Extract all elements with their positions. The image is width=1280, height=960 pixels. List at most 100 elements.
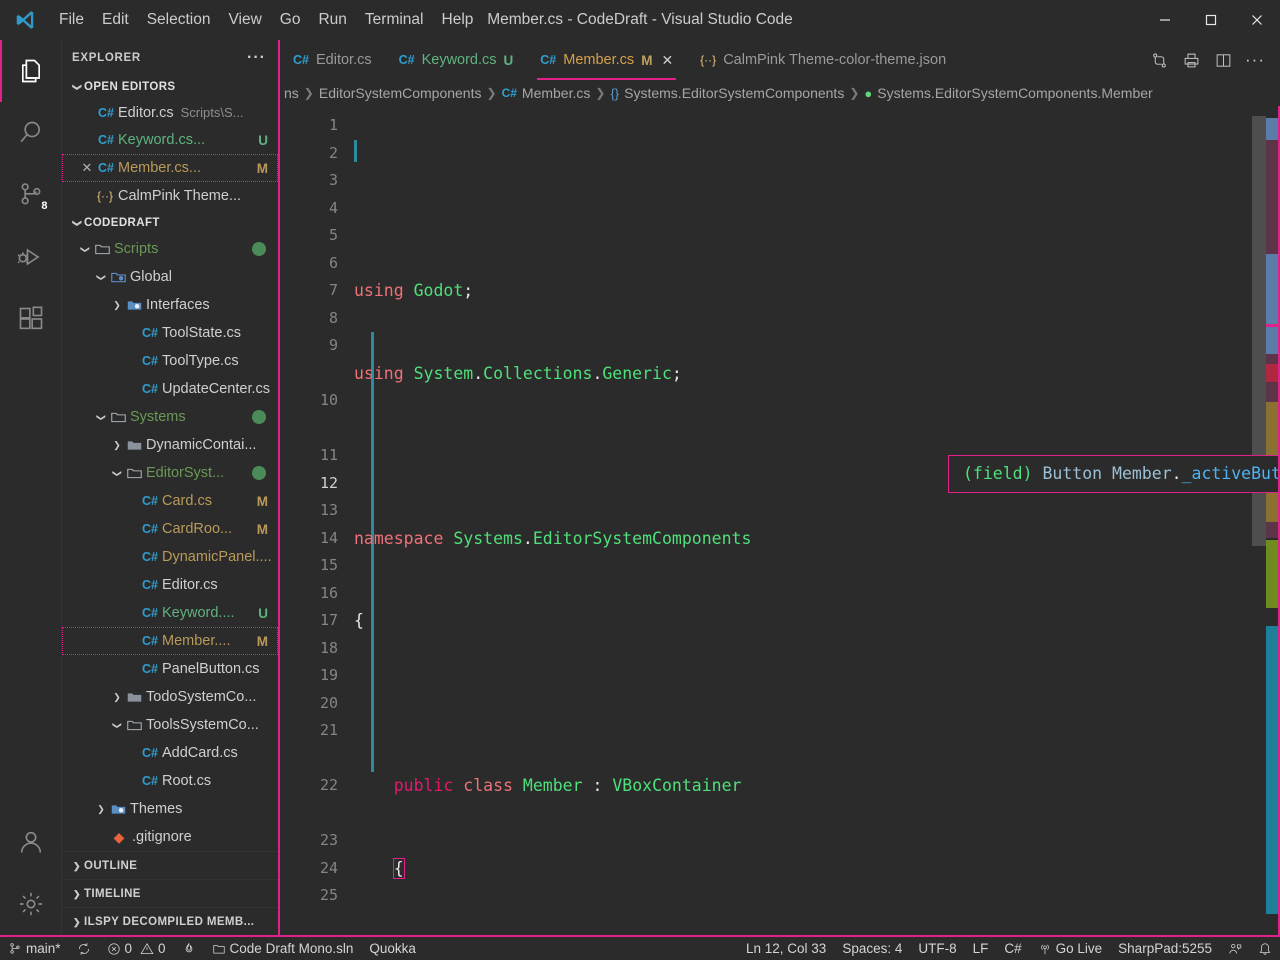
tree-file-root-cs[interactable]: C# Root.cs: [62, 767, 278, 795]
tab-keyword-cs[interactable]: C# Keyword.cs U: [386, 40, 528, 80]
chevron-right-icon[interactable]: [110, 299, 124, 311]
open-editor-item-0[interactable]: C# Editor.cs Scripts\S...: [62, 99, 278, 127]
close-icon[interactable]: [1234, 0, 1280, 40]
menu-terminal[interactable]: Terminal: [356, 6, 433, 34]
activity-extensions[interactable]: [0, 288, 62, 350]
tree-folder-global[interactable]: Global: [62, 263, 278, 291]
code-line-6[interactable]: [352, 690, 1280, 718]
menu-help[interactable]: Help: [433, 6, 483, 34]
more-actions-icon[interactable]: ···: [1242, 47, 1268, 73]
chevron-right-icon[interactable]: [110, 439, 124, 451]
close-icon[interactable]: ✕: [78, 160, 96, 176]
tree-file-member[interactable]: C# Member.... M: [62, 627, 278, 656]
chevron-down-icon[interactable]: [110, 719, 124, 731]
chevron-down-icon[interactable]: [78, 243, 92, 255]
maximize-icon[interactable]: [1188, 0, 1234, 40]
tree-file--gitignore[interactable]: ◆ .gitignore: [62, 823, 278, 851]
status-encoding[interactable]: UTF-8: [910, 941, 964, 956]
breadcrumb-folder-1[interactable]: EditorSystemComponents: [319, 85, 482, 101]
panel-ilspy-decompiled[interactable]: ILSPY DECOMPILED MEMB...: [62, 907, 278, 935]
breadcrumb-class[interactable]: Systems.EditorSystemComponents.Member: [877, 85, 1152, 101]
activity-run-debug[interactable]: [0, 226, 62, 288]
tree-file-editor-cs[interactable]: C# Editor.cs: [62, 571, 278, 599]
tree-folder-themes[interactable]: Themes: [62, 795, 278, 823]
chevron-right-icon[interactable]: [110, 691, 124, 703]
tree-folder-todosystemco[interactable]: TodoSystemCo...: [62, 683, 278, 711]
sidebar-more-actions-icon[interactable]: ···: [235, 49, 278, 67]
menu-go[interactable]: Go: [271, 6, 310, 34]
status-notifications[interactable]: [1250, 942, 1280, 956]
tree-file-addcard-cs[interactable]: C# AddCard.cs: [62, 739, 278, 767]
code-content[interactable]: using Godot; using System.Collections.Ge…: [352, 106, 1280, 935]
tab-calmpink-theme-json[interactable]: {··} CalmPink Theme-color-theme.json: [687, 40, 961, 80]
section-open-editors[interactable]: OPEN EDITORS: [62, 75, 278, 99]
open-editor-item-3[interactable]: {··} CalmPink Theme...: [62, 182, 278, 210]
tree-folder-systems[interactable]: Systems: [62, 403, 278, 431]
code-line-4[interactable]: namespace Systems.EditorSystemComponents: [352, 525, 1280, 553]
status-solution[interactable]: Code Draft Mono.sln: [204, 937, 362, 960]
activity-search[interactable]: [0, 102, 62, 164]
status-sync[interactable]: [69, 937, 99, 960]
breadcrumb-namespace[interactable]: Systems.EditorSystemComponents: [624, 85, 844, 101]
status-quokka[interactable]: Quokka: [361, 937, 424, 960]
menu-run[interactable]: Run: [309, 6, 355, 34]
open-editor-item-1[interactable]: C# Keyword.cs... U: [62, 127, 278, 155]
tree-folder-toolssystemco[interactable]: ToolsSystemCo...: [62, 711, 278, 739]
status-indentation[interactable]: Spaces: 4: [834, 941, 910, 956]
menu-edit[interactable]: Edit: [93, 6, 138, 34]
chevron-right-icon[interactable]: [94, 803, 108, 815]
status-go-live[interactable]: Go Live: [1030, 941, 1111, 956]
status-sharppad[interactable]: SharpPad:5255: [1110, 941, 1220, 956]
tree-file-updatecenter-cs[interactable]: C# UpdateCenter.cs: [62, 375, 278, 403]
activity-manage[interactable]: [0, 873, 62, 935]
tree-file-tooltype-cs[interactable]: C# ToolType.cs: [62, 347, 278, 375]
tree-file-dynamicpanel[interactable]: C# DynamicPanel....: [62, 543, 278, 571]
print-icon[interactable]: [1178, 47, 1204, 73]
tab-editor-cs[interactable]: C# Editor.cs: [280, 40, 386, 80]
status-eol[interactable]: LF: [965, 941, 997, 956]
status-language-mode[interactable]: C#: [996, 941, 1029, 956]
tree-file-card-cs[interactable]: C# Card.cs M: [62, 487, 278, 515]
status-cursor-position[interactable]: Ln 12, Col 33: [738, 941, 834, 956]
minimize-icon[interactable]: [1142, 0, 1188, 40]
code-editor[interactable]: 1 2 3 4 5 6 7 8 9 10 11 12 13 14 15 16 1…: [280, 106, 1280, 935]
panel-outline[interactable]: OUTLINE: [62, 851, 278, 879]
breadcrumb-folder-0[interactable]: ns: [284, 85, 299, 101]
tree-file-toolstate-cs[interactable]: C# ToolState.cs: [62, 319, 278, 347]
tab-member-cs[interactable]: C# Member.cs M ✕: [527, 40, 688, 80]
menu-view[interactable]: View: [219, 6, 270, 34]
tree-folder-editorsyst[interactable]: EditorSyst...: [62, 459, 278, 487]
chevron-down-icon[interactable]: [94, 271, 108, 283]
breadcrumb-file[interactable]: Member.cs: [522, 85, 590, 101]
activity-explorer[interactable]: [0, 40, 62, 102]
chevron-down-icon[interactable]: [110, 467, 124, 479]
activity-source-control[interactable]: 8: [0, 164, 62, 226]
chevron-down-icon[interactable]: [94, 411, 108, 423]
status-flame[interactable]: [174, 937, 204, 960]
panel-timeline[interactable]: TIMELINE: [62, 879, 278, 907]
status-feedback[interactable]: [1220, 942, 1250, 956]
menu-bar[interactable]: File Edit Selection View Go Run Terminal…: [50, 0, 482, 39]
open-editor-item-2[interactable]: ✕ C# Member.cs... M: [62, 154, 278, 182]
tree-folder-scripts[interactable]: Scripts: [62, 235, 278, 263]
tree-file-panelbutton-cs[interactable]: C# PanelButton.cs: [62, 655, 278, 683]
tree-file-keyword[interactable]: C# Keyword.... U: [62, 599, 278, 627]
compare-changes-icon[interactable]: [1146, 47, 1172, 73]
menu-file[interactable]: File: [50, 6, 93, 34]
menu-selection[interactable]: Selection: [138, 6, 220, 34]
code-line-2[interactable]: using System.Collections.Generic;: [352, 360, 1280, 388]
tree-file-cardroo[interactable]: C# CardRoo... M: [62, 515, 278, 543]
code-line-5[interactable]: {: [352, 607, 1280, 635]
code-line-8[interactable]: {: [352, 855, 1280, 883]
status-branch[interactable]: main*: [0, 937, 69, 960]
tree-folder-interfaces[interactable]: Interfaces: [62, 291, 278, 319]
status-problems[interactable]: 0 0: [99, 937, 174, 960]
code-line-7[interactable]: public class Member : VBoxContainer: [352, 772, 1280, 800]
code-line-1[interactable]: using Godot;: [352, 277, 1280, 305]
line-number: 19: [319, 666, 338, 684]
split-editor-icon[interactable]: [1210, 47, 1236, 73]
tree-folder-dynamiccontai[interactable]: DynamicContai...: [62, 431, 278, 459]
tab-close-icon[interactable]: ✕: [659, 52, 673, 69]
section-workspace[interactable]: CODEDRAFT: [62, 211, 278, 235]
activity-accounts[interactable]: [0, 811, 62, 873]
